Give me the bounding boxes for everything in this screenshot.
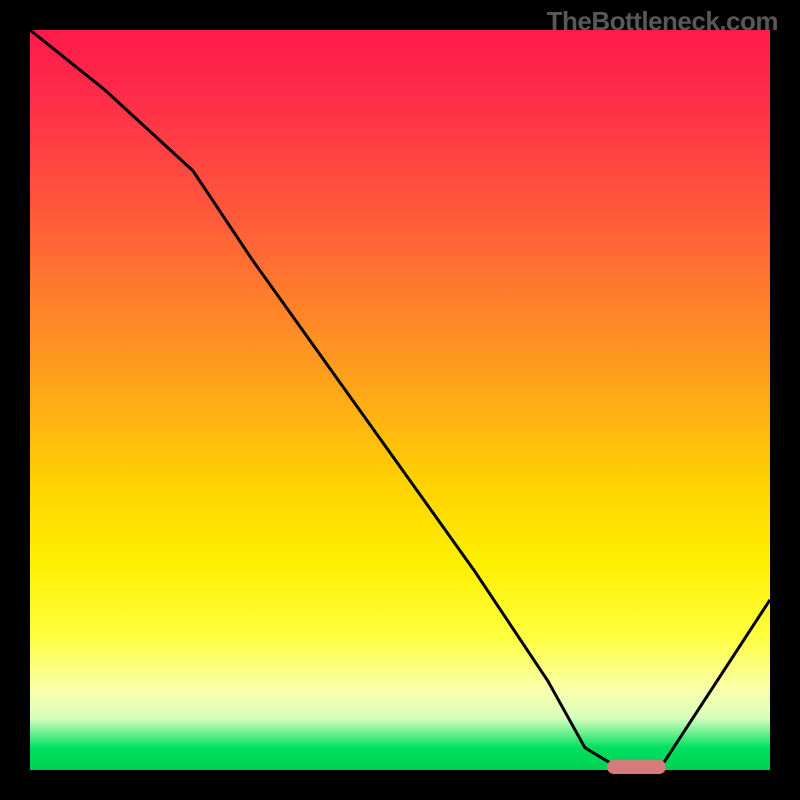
optimal-marker [607, 760, 666, 774]
curve-layer [30, 30, 770, 770]
watermark-text: TheBottleneck.com [547, 6, 778, 37]
bottleneck-curve [30, 30, 770, 770]
chart-frame: TheBottleneck.com [0, 0, 800, 800]
